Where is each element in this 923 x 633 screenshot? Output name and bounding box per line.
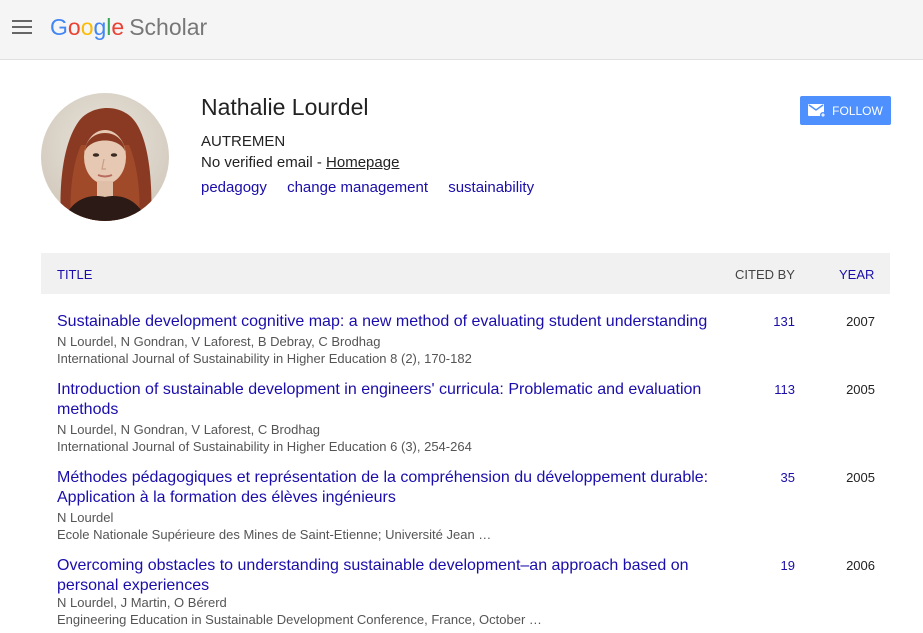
- article-title-link[interactable]: Introduction of sustainable development …: [57, 380, 717, 420]
- interest-link-change-management[interactable]: change management: [287, 179, 428, 196]
- cited-by-count-link[interactable]: 131: [773, 314, 795, 329]
- article-year: 2007: [846, 314, 875, 329]
- follow-label: FOLLOW: [832, 103, 883, 118]
- article-venue: Engineering Education in Sustainable Dev…: [57, 612, 542, 627]
- column-header-year[interactable]: YEAR: [839, 267, 874, 282]
- hamburger-menu-icon[interactable]: [12, 19, 32, 35]
- homepage-link[interactable]: Homepage: [326, 154, 399, 171]
- column-header-title[interactable]: TITLE: [57, 267, 92, 282]
- article-venue: International Journal of Sustainability …: [57, 439, 472, 454]
- table-row: Overcoming obstacles to understanding su…: [41, 556, 890, 632]
- profile-affiliation: AUTREMEN: [201, 133, 286, 150]
- article-title-link[interactable]: Sustainable development cognitive map: a…: [57, 312, 717, 332]
- profile-name: Nathalie Lourdel: [201, 94, 369, 120]
- cited-by-count-link[interactable]: 113: [774, 382, 795, 397]
- cited-by-count-link[interactable]: 35: [781, 470, 795, 485]
- google-scholar-logo[interactable]: Google Scholar: [50, 13, 207, 41]
- article-year: 2005: [846, 470, 875, 485]
- article-year: 2006: [846, 558, 875, 573]
- article-title-link[interactable]: Méthodes pédagogiques et représentation …: [57, 468, 717, 508]
- article-authors: N Lourdel, N Gondran, V Laforest, C Brod…: [57, 422, 321, 437]
- interest-link-pedagogy[interactable]: pedagogy: [201, 179, 267, 196]
- profile-avatar: [41, 93, 169, 221]
- follow-button[interactable]: FOLLOW: [800, 96, 891, 125]
- table-row: Sustainable development cognitive map: a…: [41, 312, 890, 372]
- table-row: Méthodes pédagogiques et représentation …: [41, 468, 890, 548]
- follow-mail-icon: [808, 103, 827, 118]
- cited-by-count-link[interactable]: 19: [781, 558, 795, 573]
- research-interests: pedagogy change management sustainabilit…: [201, 179, 550, 196]
- top-bar: Google Scholar: [0, 0, 923, 60]
- article-authors: N Lourdel, N Gondran, V Laforest, B Debr…: [57, 334, 381, 349]
- profile-email-line: No verified email - Homepage: [201, 154, 400, 171]
- interest-link-sustainability[interactable]: sustainability: [448, 179, 534, 196]
- article-venue: Ecole Nationale Supérieure des Mines de …: [57, 527, 492, 542]
- article-venue: International Journal of Sustainability …: [57, 351, 472, 366]
- article-authors: N Lourdel, J Martin, O Bérerd: [57, 595, 227, 610]
- column-header-cited-by: CITED BY: [735, 267, 795, 282]
- table-row: Introduction of sustainable development …: [41, 380, 890, 460]
- article-title-link[interactable]: Overcoming obstacles to understanding su…: [57, 556, 717, 596]
- article-year: 2005: [846, 382, 875, 397]
- table-header: TITLE CITED BY YEAR: [41, 253, 890, 294]
- article-authors: N Lourdel: [57, 510, 114, 525]
